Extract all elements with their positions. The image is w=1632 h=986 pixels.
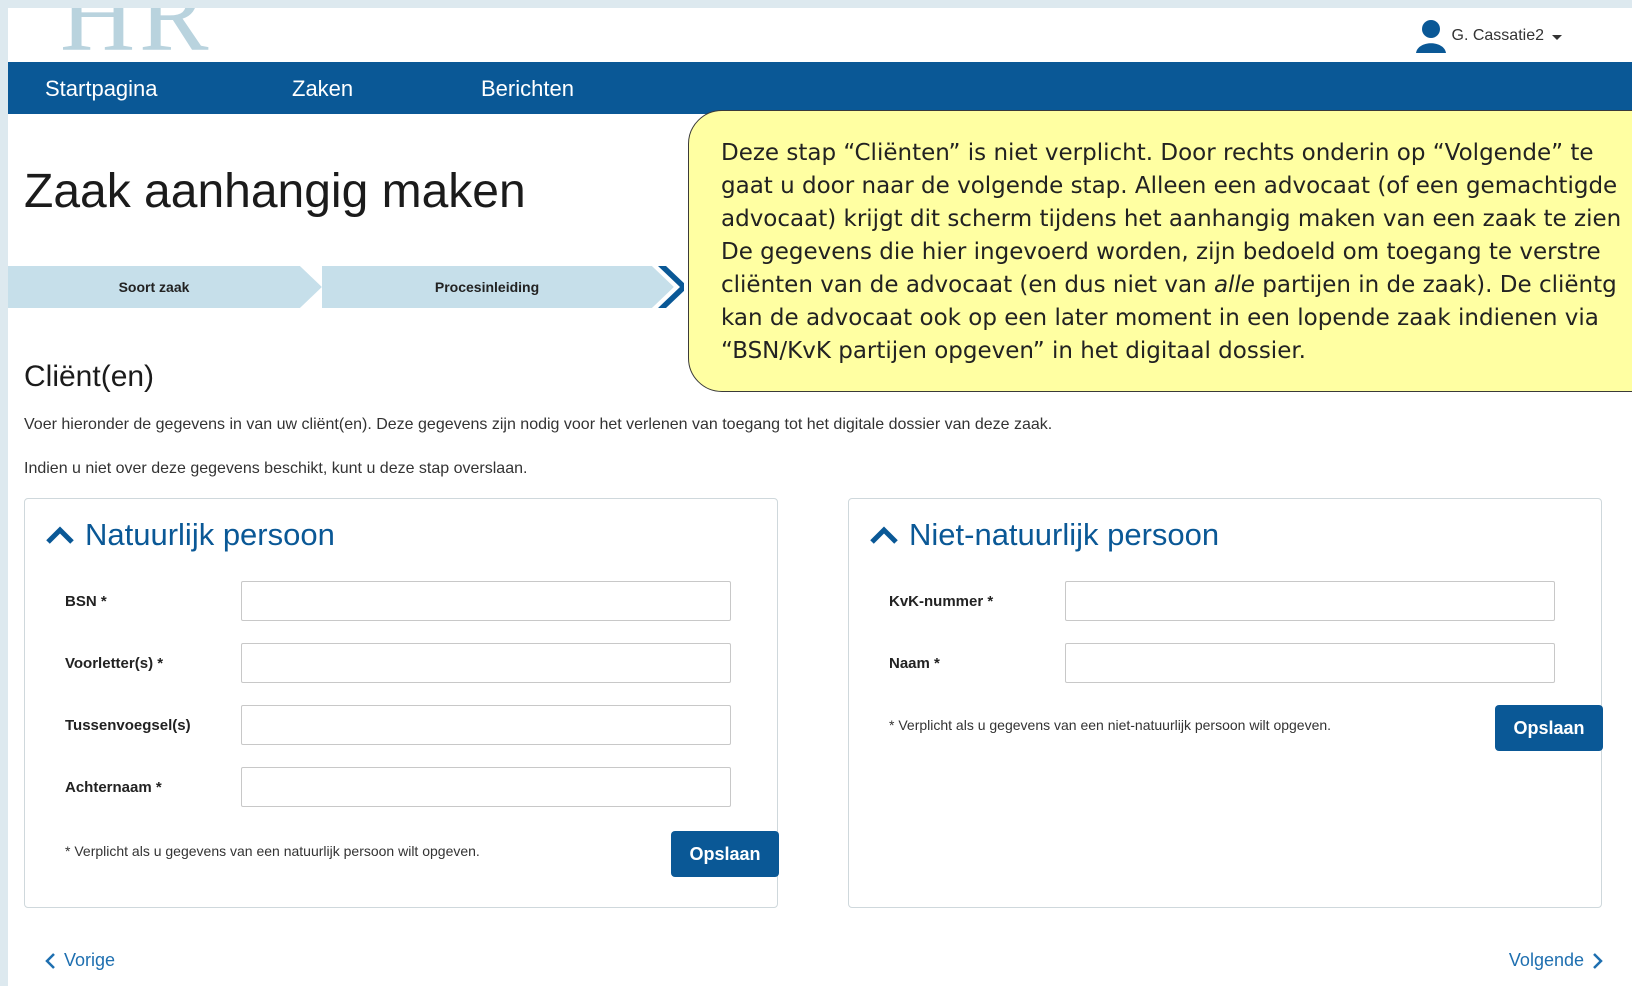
intro-text: Voer hieronder de gegevens in van uw cli… (24, 416, 1053, 433)
next-label: Volgende (1508, 950, 1584, 970)
caret-down-icon (1552, 34, 1562, 40)
naam-label: Naam * (889, 655, 940, 672)
callout-line: “BSN/KvK partijen opgeven” in het digita… (721, 338, 1306, 364)
skip-hint-text: Indien u niet over deze gegevens beschik… (24, 460, 528, 477)
step-label: Soort zaak (118, 279, 190, 295)
nav-zaken[interactable]: Zaken (292, 76, 353, 102)
top-bar: HR G. Cassatie2 (8, 8, 1632, 68)
legal-person-panel: Niet-natuurlijk persoon KvK-nummer * Naa… (848, 498, 1603, 908)
callout-line: cliënten van de advocaat (en dus niet va… (721, 269, 1632, 302)
panel-title: Niet-natuurlijk persoon (909, 517, 1220, 552)
callout-line: advocaat) krijgt dit scherm tijdens het … (721, 206, 1622, 232)
annotation-callout: Deze stap “Cliënten” is niet verplicht. … (688, 110, 1632, 392)
kvk-input[interactable] (1065, 581, 1555, 621)
bsn-label: BSN * (65, 593, 107, 610)
achternaam-label: Achternaam * (65, 779, 162, 796)
nav-berichten[interactable]: Berichten (481, 76, 574, 102)
logo[interactable]: HR (60, 8, 212, 68)
callout-line: De gegevens die hier ingevoerd worden, z… (721, 239, 1601, 265)
user-name: G. Cassatie2 (1451, 27, 1544, 44)
next-link[interactable]: Volgende (1509, 950, 1604, 971)
required-note: * Verplicht als u gegevens van een natuu… (65, 843, 480, 859)
panel-title: Natuurlijk persoon (85, 517, 335, 552)
user-menu[interactable]: G. Cassatie2 (1414, 18, 1562, 54)
voorletters-label: Voorletter(s) * (65, 655, 164, 672)
legal-person-toggle[interactable]: Niet-natuurlijk persoon (869, 517, 1219, 553)
natural-person-panel: Natuurlijk persoon BSN * Voorletter(s) *… (24, 498, 779, 908)
callout-line: kan de advocaat ook op een later moment … (721, 305, 1599, 331)
tussenvoegsels-label: Tussenvoegsel(s) (65, 717, 191, 734)
callout-text: cliënten van de advocaat (en dus niet va… (721, 272, 1214, 298)
chevron-left-icon (45, 952, 55, 969)
naam-input[interactable] (1065, 643, 1555, 683)
page-title: Zaak aanhangig maken (24, 165, 526, 218)
step-separator-icon (644, 266, 684, 308)
required-note: * Verplicht als u gegevens van een niet-… (889, 717, 1332, 733)
save-natural-person-button[interactable]: Opslaan (671, 831, 779, 877)
section-title: Cliënt(en) (24, 360, 155, 393)
main-nav: Startpagina Zaken Berichten (8, 62, 1632, 114)
step-soort-zaak[interactable]: Soort zaak (8, 266, 300, 308)
bsn-input[interactable] (241, 581, 731, 621)
chevron-up-icon (45, 525, 75, 545)
previous-label: Vorige (64, 950, 116, 970)
callout-emphasis: alle (1213, 272, 1255, 298)
save-legal-person-button[interactable]: Opslaan (1495, 705, 1603, 751)
callout-line: Deze stap “Cliënten” is niet verplicht. … (721, 140, 1594, 166)
step-progress: Soort zaak Procesinleiding (8, 266, 728, 308)
natural-person-toggle[interactable]: Natuurlijk persoon (45, 517, 335, 553)
chevron-right-icon (1593, 952, 1603, 969)
user-icon (1414, 18, 1448, 54)
callout-text: partijen in de zaak). De cliëntg (1254, 272, 1617, 298)
previous-link[interactable]: Vorige (44, 950, 115, 971)
achternaam-input[interactable] (241, 767, 731, 807)
voorletters-input[interactable] (241, 643, 731, 683)
chevron-up-icon (869, 525, 899, 545)
step-label: Procesinleiding (434, 279, 540, 295)
kvk-label: KvK-nummer * (889, 593, 994, 610)
step-procesinleiding[interactable]: Procesinleiding (322, 266, 652, 308)
callout-line: gaat u door naar de volgende stap. Allee… (721, 173, 1618, 199)
nav-startpagina[interactable]: Startpagina (45, 76, 158, 102)
tussenvoegsels-input[interactable] (241, 705, 731, 745)
